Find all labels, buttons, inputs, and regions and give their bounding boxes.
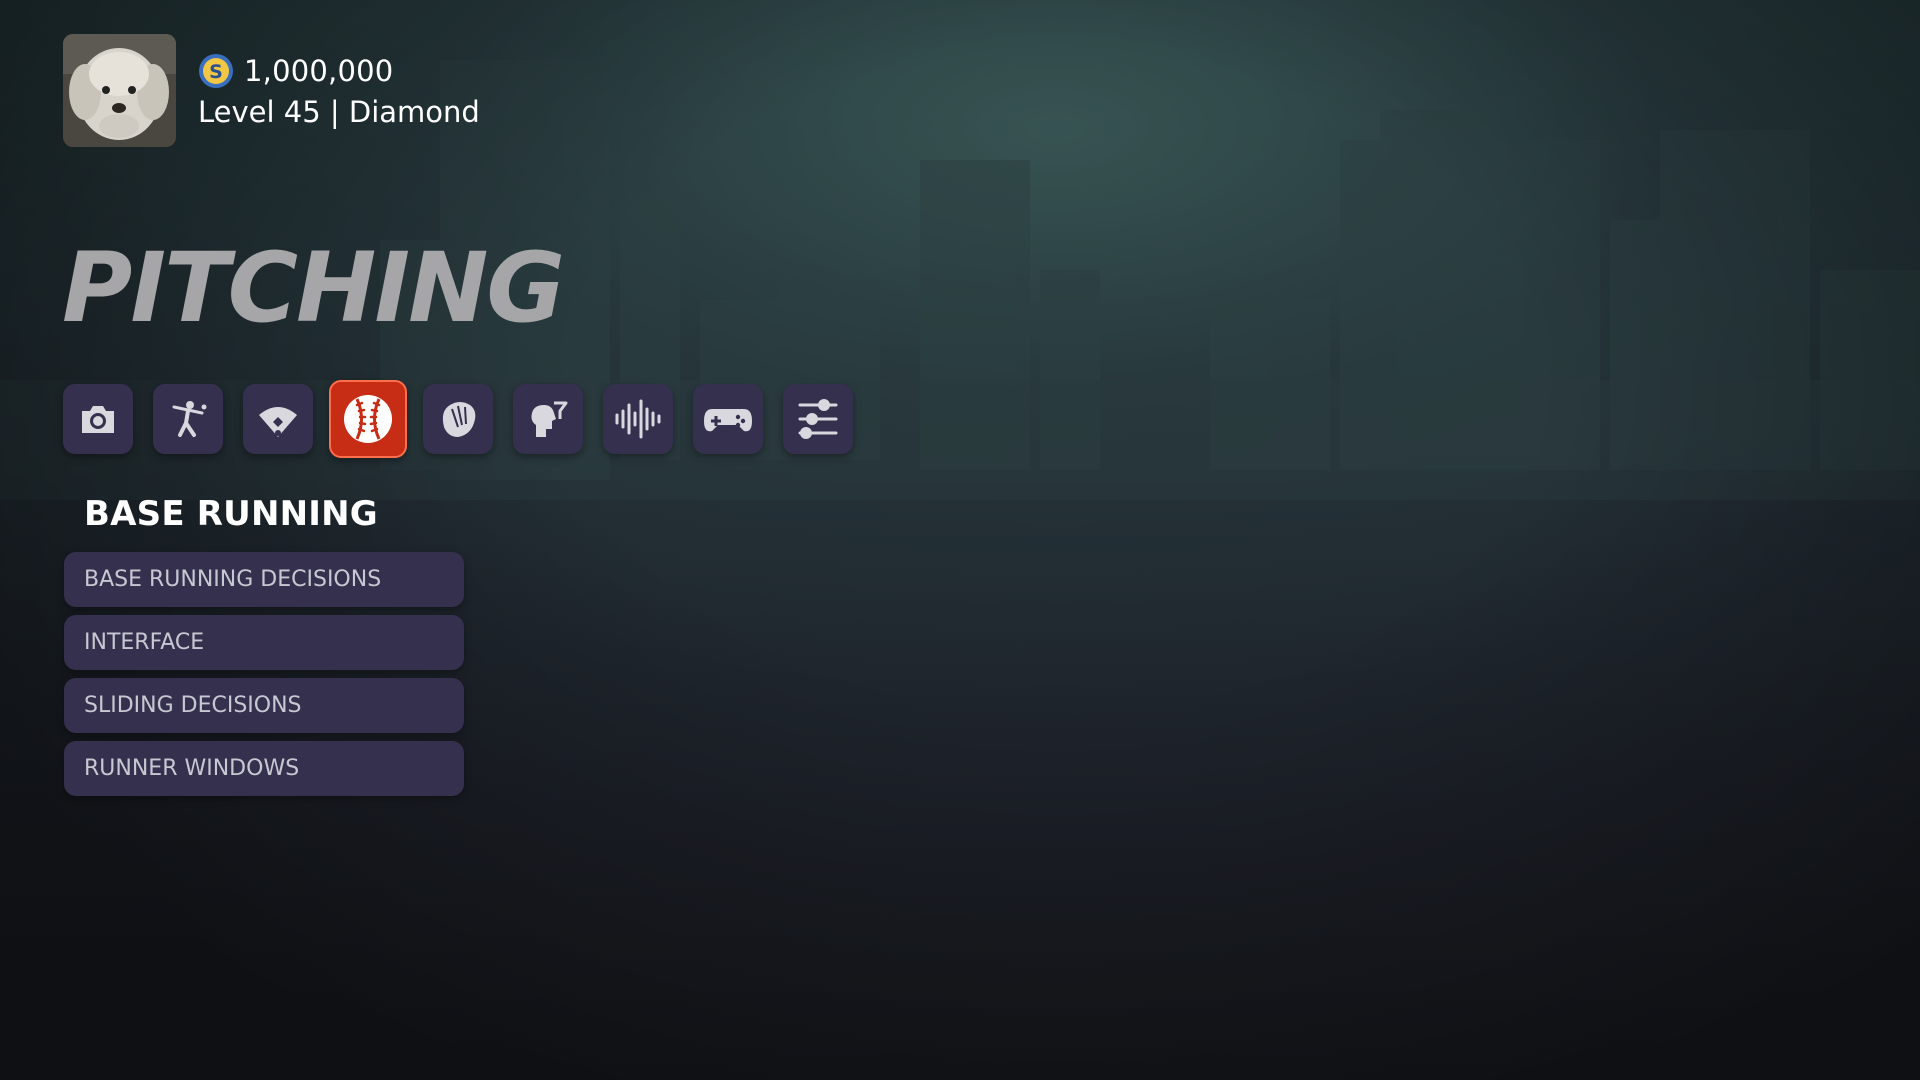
menu-item-interface[interactable]: INTERFACE	[64, 615, 464, 670]
currency-balance: 1,000,000	[244, 53, 394, 88]
camera-icon	[82, 406, 114, 433]
glove-icon	[442, 402, 476, 437]
batter-icon	[172, 401, 207, 437]
coin-icon: S	[199, 53, 233, 88]
background-skyline	[0, 60, 1920, 500]
gamepad-icon	[704, 409, 752, 432]
tab-settings[interactable]	[783, 384, 853, 454]
tab-pitching[interactable]	[329, 380, 407, 458]
menu-item-base-running-decisions[interactable]: BASE RUNNING DECISIONS	[64, 552, 464, 607]
svg-text:S: S	[209, 61, 223, 83]
category-tabs	[63, 380, 873, 458]
sliders-icon	[798, 399, 838, 439]
settings-menu: BASE RUNNING DECISIONS INTERFACE SLIDING…	[64, 552, 464, 804]
tab-audio[interactable]	[603, 384, 673, 454]
dog-avatar[interactable]	[63, 34, 176, 147]
tab-fielding-glove[interactable]	[423, 384, 493, 454]
menu-item-sliding-decisions[interactable]: SLIDING DECISIONS	[64, 678, 464, 733]
player-profile: S 1,000,000 Level 45 | Diamond	[63, 34, 480, 147]
tab-controls[interactable]	[693, 384, 763, 454]
tab-strategy[interactable]	[513, 384, 583, 454]
audio-wave-icon	[615, 399, 661, 439]
menu-item-runner-windows[interactable]: RUNNER WINDOWS	[64, 741, 464, 796]
player-level: Level 45 | Diamond	[198, 94, 480, 129]
tab-camera[interactable]	[63, 384, 133, 454]
baseball-icon	[344, 395, 392, 443]
page-title: PITCHING	[62, 232, 565, 344]
head-strategy-icon	[531, 401, 568, 437]
tab-batting[interactable]	[153, 384, 223, 454]
section-title: BASE RUNNING	[84, 494, 378, 534]
baseball-diamond-icon	[259, 407, 297, 437]
background-vignette	[0, 0, 1920, 1080]
tab-fielding-diamond[interactable]	[243, 384, 313, 454]
